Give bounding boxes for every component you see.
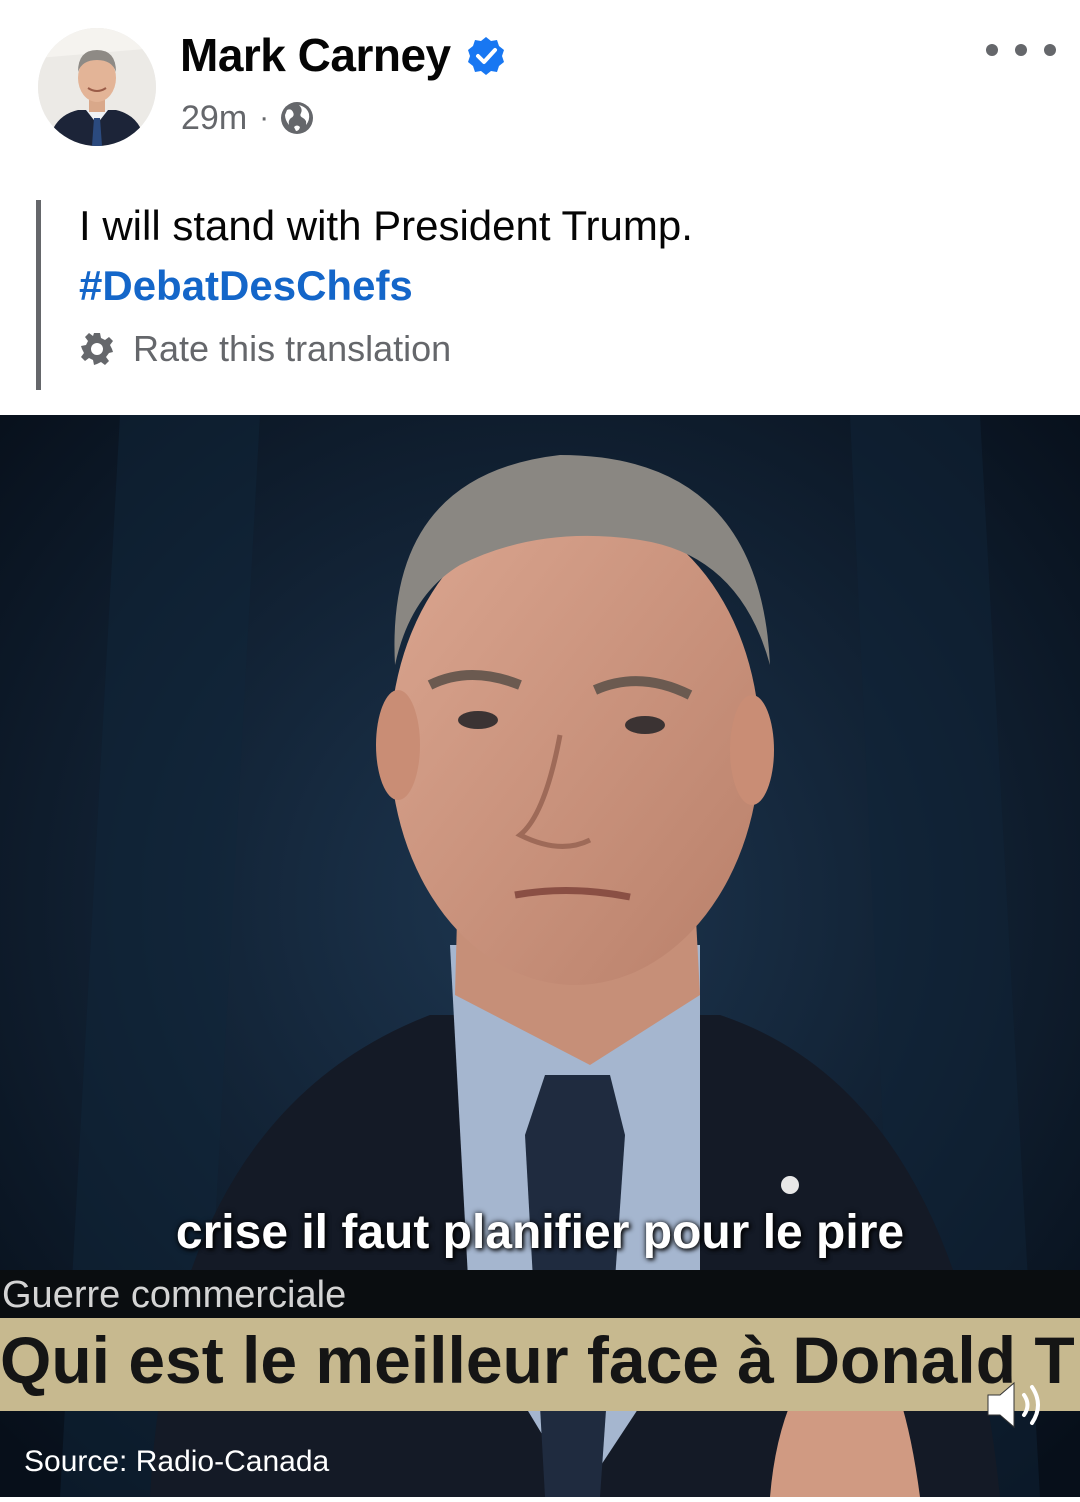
post-body: I will stand with President Trump. #Deba… [36,200,1036,390]
more-icon-dot [986,44,998,56]
hashtag-link[interactable]: #DebatDesChefs [79,262,413,310]
more-icon-dot [1015,44,1027,56]
lower-third-category-bar: Guerre commerciale [0,1270,1080,1318]
more-options-button[interactable] [986,30,1056,70]
post-text: I will stand with President Trump. [79,202,693,249]
lower-third-category: Guerre commerciale [2,1274,347,1316]
globe-icon[interactable] [279,100,315,136]
post-meta: 29m · [181,96,315,140]
more-icon-dot [1044,44,1056,56]
meta-separator: · [259,101,270,134]
rate-translation-button[interactable]: Rate this translation [79,328,451,370]
verified-icon [468,37,504,75]
lower-third-headline: Qui est le meilleur face à Donald T [0,1323,1075,1397]
video-source-credit: Source: Radio-Canada [24,1445,330,1478]
video-player[interactable]: crise il faut planifier pour le pire Gue… [0,415,1080,1497]
volume-icon[interactable] [982,1375,1050,1435]
gear-icon [81,333,113,365]
timestamp[interactable]: 29m [181,99,247,138]
translation-quote-bar [36,200,41,390]
avatar-image [38,28,156,146]
avatar[interactable] [38,28,156,146]
lower-third-headline-bar: Qui est le meilleur face à Donald T [0,1318,1080,1411]
rate-translation-label: Rate this translation [133,328,452,369]
post-header: Mark Carney 29m · [0,0,1080,170]
video-subtitle: crise il faut planifier pour le pire [175,1206,905,1259]
author-name[interactable]: Mark Carney [180,28,451,82]
